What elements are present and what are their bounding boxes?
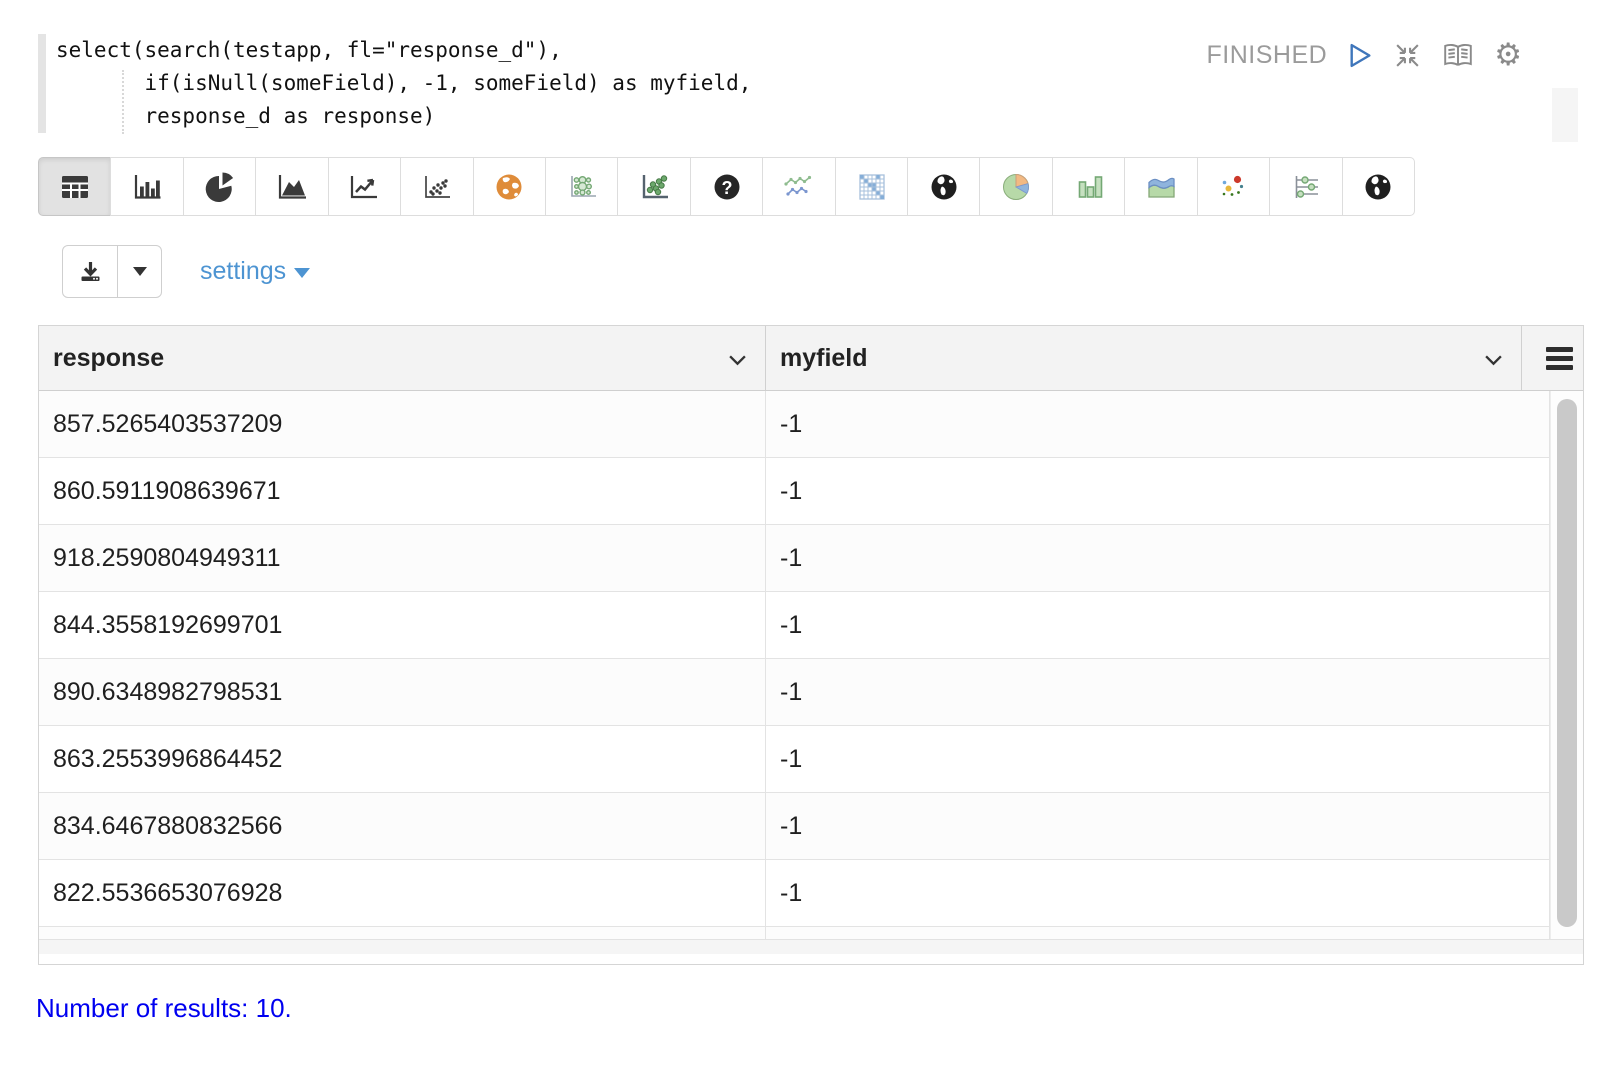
table-row[interactable]: 834.6467880832566 -1 — [39, 793, 1583, 860]
cell-response: 860.5911908639671 — [39, 458, 766, 524]
column-label: myfield — [780, 344, 868, 373]
settings-label: settings — [200, 257, 286, 286]
svg-text:?: ? — [721, 178, 732, 198]
indent-guide — [122, 70, 124, 134]
compress-icon[interactable] — [1393, 41, 1422, 70]
cell-myfield: -1 — [766, 860, 1550, 926]
results-table: response myfield — [38, 325, 1584, 965]
viz-help-button[interactable]: ? — [690, 157, 763, 216]
settings-toggle[interactable]: settings — [200, 257, 310, 286]
gear-icon[interactable]: ⚙ — [1494, 40, 1522, 71]
viz-bubble-chart-button[interactable] — [545, 157, 618, 216]
column-header-myfield[interactable]: myfield — [766, 326, 1522, 390]
viz-pie-colored-button[interactable] — [979, 157, 1052, 216]
hamburger-icon — [1546, 347, 1573, 370]
horizontal-scrollbar-track[interactable] — [39, 939, 1583, 954]
viz-multi-line-button[interactable] — [762, 157, 835, 216]
viz-bar-chart-button[interactable] — [110, 157, 183, 216]
cell-myfield: -1 — [766, 659, 1550, 725]
table-row[interactable]: 844.3558192699701 -1 — [39, 592, 1583, 659]
vertical-scrollbar-thumb[interactable] — [1557, 399, 1577, 927]
cell-response: 844.3558192699701 — [39, 592, 766, 658]
viz-heatmap-button[interactable] — [835, 157, 908, 216]
download-button[interactable] — [62, 245, 118, 298]
cell-response: 918.2590804949311 — [39, 525, 766, 591]
viz-sliders-button[interactable] — [1269, 157, 1342, 216]
cell-myfield: -1 — [766, 592, 1550, 658]
viz-area-chart-button[interactable] — [255, 157, 328, 216]
cell-myfield: -1 — [766, 726, 1550, 792]
visualization-toolbar: ? — [38, 157, 1415, 216]
column-label: response — [53, 344, 164, 373]
viz-globe-orange-button[interactable] — [473, 157, 546, 216]
table-row[interactable]: 860.5911908639671 -1 — [39, 458, 1583, 525]
paragraph-controls: FINISHED ⚙ — [1207, 40, 1522, 71]
viz-area-stacked-button[interactable] — [1124, 157, 1197, 216]
download-split-button — [62, 245, 162, 298]
zeppelin-paragraph: select(search(testapp, fl="response_d"),… — [0, 0, 1622, 1086]
editor-gutter — [38, 34, 46, 133]
table-row[interactable]: 857.5265403537209 -1 — [39, 391, 1583, 458]
cell-response: 890.6348982798531 — [39, 659, 766, 725]
table-header-row: response myfield — [39, 326, 1583, 391]
settings-caret-icon — [294, 268, 310, 278]
cell-response: 863.2553996864452 — [39, 726, 766, 792]
download-icon — [77, 259, 104, 285]
cell-response: 857.5265403537209 — [39, 391, 766, 457]
table-row-partial — [39, 927, 1583, 939]
viz-scatter-chart-button[interactable] — [400, 157, 473, 216]
chevron-down-icon[interactable] — [1484, 354, 1503, 366]
viz-globe-dark-button-2[interactable] — [1342, 157, 1415, 216]
cell-response: 834.6467880832566 — [39, 793, 766, 859]
viz-bar-green-button[interactable] — [1052, 157, 1125, 216]
results-count-text: Number of results: 10. — [36, 993, 292, 1024]
viz-table-button[interactable] — [38, 157, 111, 216]
table-row[interactable]: 918.2590804949311 -1 — [39, 525, 1583, 592]
cell-myfield: -1 — [766, 391, 1550, 457]
column-header-response[interactable]: response — [39, 326, 766, 390]
code-line: if(isNull(someField), -1, someField) as … — [56, 67, 751, 100]
status-badge: FINISHED — [1207, 41, 1328, 70]
table-body: 857.5265403537209 -1 860.5911908639671 -… — [39, 391, 1583, 939]
cell-myfield: -1 — [766, 793, 1550, 859]
viz-pie-chart-button[interactable] — [183, 157, 256, 216]
vertical-scrollbar-track[interactable] — [1550, 391, 1583, 939]
editor-scrollbar[interactable] — [1552, 88, 1578, 142]
book-icon[interactable] — [1442, 42, 1474, 70]
download-menu-button[interactable] — [117, 245, 162, 298]
cell-myfield: -1 — [766, 525, 1550, 591]
code-line: select(search(testapp, fl="response_d"), — [56, 34, 751, 67]
table-row[interactable]: 822.5536653076928 -1 — [39, 860, 1583, 927]
code-editor[interactable]: select(search(testapp, fl="response_d"),… — [38, 34, 751, 133]
viz-scatter-colored-button[interactable] — [1197, 157, 1270, 216]
viz-line-chart-button[interactable] — [328, 157, 401, 216]
viz-globe-dark-button-1[interactable] — [907, 157, 980, 216]
code-block[interactable]: select(search(testapp, fl="response_d"),… — [56, 34, 751, 133]
viz-scatter-green-button[interactable] — [617, 157, 690, 216]
table-row[interactable]: 863.2553996864452 -1 — [39, 726, 1583, 793]
play-icon[interactable] — [1347, 42, 1373, 69]
cell-myfield: -1 — [766, 458, 1550, 524]
caret-down-icon — [133, 267, 147, 276]
table-menu-button[interactable] — [1522, 326, 1583, 390]
actions-row: settings — [62, 245, 310, 298]
chevron-down-icon[interactable] — [728, 354, 747, 366]
table-row[interactable]: 890.6348982798531 -1 — [39, 659, 1583, 726]
code-line: response_d as response) — [56, 100, 751, 133]
cell-response: 822.5536653076928 — [39, 860, 766, 926]
